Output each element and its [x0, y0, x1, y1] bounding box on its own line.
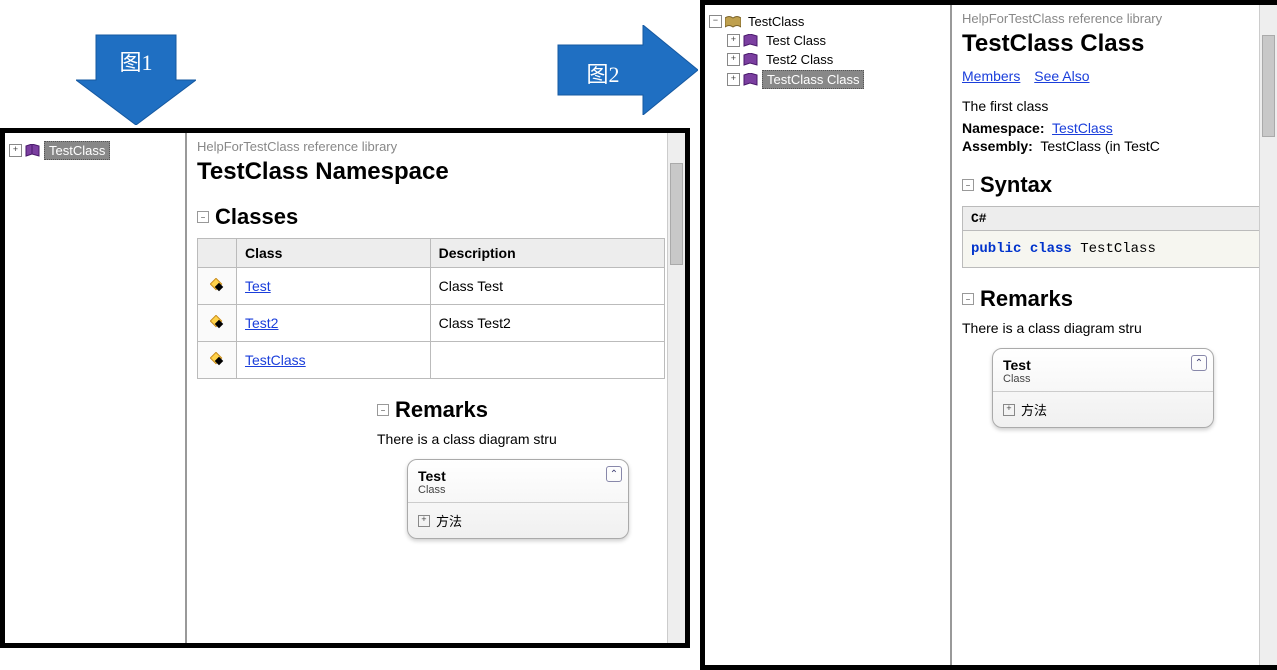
classes-table: Class Description Test Class Test Test2 … — [197, 238, 665, 379]
scrollbar-thumb[interactable] — [1262, 35, 1275, 137]
col-header-class: Class — [237, 239, 431, 268]
table-row: Test Class Test — [198, 268, 665, 305]
syntax-box: C# public class TestClass — [962, 206, 1267, 268]
section-header-remarks[interactable]: − Remarks — [377, 397, 675, 423]
tree-node-child[interactable]: + Test2 Class — [709, 51, 946, 68]
arrow-callout-2: 图2 — [548, 25, 698, 115]
diagram-title: Test — [1003, 357, 1203, 373]
tree-root-label[interactable]: TestClass — [744, 13, 808, 30]
chevron-up-icon[interactable]: ⌃ — [1191, 355, 1207, 371]
class-icon — [210, 315, 224, 329]
book-icon — [743, 53, 759, 66]
namespace-link[interactable]: TestClass — [1052, 120, 1113, 136]
scrollbar[interactable] — [667, 133, 685, 643]
tree-pane: − TestClass + Test Class + Test2 Class +… — [705, 5, 952, 665]
section-title-remarks: Remarks — [980, 286, 1073, 312]
breadcrumb: HelpForTestClass reference library — [962, 11, 1267, 26]
class-desc — [430, 342, 664, 379]
section-header-remarks[interactable]: − Remarks — [962, 286, 1267, 312]
section-header-classes[interactable]: − Classes — [197, 204, 675, 230]
syntax-code: public class TestClass — [963, 231, 1266, 267]
collapse-icon[interactable]: − — [709, 15, 722, 28]
remarks-text: There is a class diagram stru — [962, 320, 1267, 336]
arrow-right-icon — [548, 25, 698, 115]
expand-icon[interactable]: + — [1003, 404, 1015, 416]
scrollbar[interactable] — [1259, 5, 1277, 665]
syntax-tab[interactable]: C# — [963, 207, 1266, 231]
diagram-subtitle: Class — [418, 484, 618, 496]
links-row: Members See Also — [962, 68, 1267, 84]
diagram-subtitle: Class — [1003, 373, 1203, 385]
expand-icon[interactable]: + — [727, 73, 740, 86]
section-title-remarks: Remarks — [395, 397, 488, 423]
content-pane: HelpForTestClass reference library TestC… — [187, 133, 685, 643]
table-header-row: Class Description — [198, 239, 665, 268]
tree-node-root[interactable]: + TestClass — [9, 141, 181, 160]
tree-node-child[interactable]: + TestClass Class — [709, 70, 946, 89]
class-link[interactable]: Test — [245, 278, 271, 294]
class-diagram-box[interactable]: Test Class ⌃ + 方法 — [407, 459, 629, 539]
table-row: TestClass — [198, 342, 665, 379]
content-pane: HelpForTestClass reference library TestC… — [952, 5, 1277, 665]
assembly-value: TestClass (in TestC — [1040, 138, 1160, 154]
class-icon — [210, 278, 224, 292]
tree-child-label[interactable]: TestClass Class — [762, 70, 864, 89]
panel-figure-2: − TestClass + Test Class + Test2 Class +… — [700, 0, 1277, 670]
expand-icon[interactable]: + — [727, 53, 740, 66]
book-icon — [25, 144, 41, 157]
expand-icon[interactable]: + — [727, 34, 740, 47]
namespace-row: Namespace: TestClass — [962, 120, 1267, 136]
syntax-keyword: public — [971, 241, 1021, 257]
members-link[interactable]: Members — [962, 68, 1020, 84]
section-title-classes: Classes — [215, 204, 298, 230]
page-title: TestClass Namespace — [197, 158, 675, 186]
see-also-link[interactable]: See Also — [1034, 68, 1089, 84]
class-icon — [210, 352, 224, 366]
arrow-callout-1: 图1 — [76, 25, 196, 125]
book-icon — [743, 73, 759, 86]
assembly-label: Assembly: — [962, 138, 1033, 154]
section-title-syntax: Syntax — [980, 172, 1052, 198]
section-header-syntax[interactable]: − Syntax — [962, 172, 1267, 198]
class-diagram-box[interactable]: Test Class ⌃ + 方法 — [992, 348, 1214, 428]
remarks-text: There is a class diagram stru — [377, 431, 675, 447]
arrow-down-icon — [76, 25, 196, 125]
summary-text: The first class — [962, 98, 1267, 114]
table-row: Test2 Class Test2 — [198, 305, 665, 342]
class-desc: Class Test2 — [430, 305, 664, 342]
class-desc: Class Test — [430, 268, 664, 305]
collapse-icon[interactable]: − — [962, 293, 974, 305]
expand-icon[interactable]: + — [9, 144, 22, 157]
syntax-typename: TestClass — [1080, 241, 1156, 257]
class-link[interactable]: Test2 — [245, 315, 278, 331]
namespace-label: Namespace: — [962, 120, 1045, 136]
page-title: TestClass Class — [962, 30, 1267, 58]
class-link[interactable]: TestClass — [245, 352, 306, 368]
panel-figure-1: + TestClass HelpForTestClass reference l… — [0, 128, 690, 648]
breadcrumb: HelpForTestClass reference library — [197, 139, 675, 154]
diagram-title: Test — [418, 468, 618, 484]
tree-child-label[interactable]: Test2 Class — [762, 51, 837, 68]
tree-pane: + TestClass — [5, 133, 187, 643]
collapse-icon[interactable]: − — [377, 404, 389, 416]
open-book-icon — [725, 15, 741, 28]
tree-node-child[interactable]: + Test Class — [709, 32, 946, 49]
col-header-description: Description — [430, 239, 664, 268]
syntax-keyword: class — [1030, 241, 1072, 257]
tree-child-label[interactable]: Test Class — [762, 32, 830, 49]
book-icon — [743, 34, 759, 47]
chevron-up-icon[interactable]: ⌃ — [606, 466, 622, 482]
diagram-methods-label: 方法 — [1021, 400, 1047, 419]
tree-root-label[interactable]: TestClass — [44, 141, 110, 160]
diagram-methods-label: 方法 — [436, 511, 462, 530]
expand-icon[interactable]: + — [418, 515, 430, 527]
assembly-row: Assembly: TestClass (in TestC — [962, 138, 1267, 154]
collapse-icon[interactable]: − — [197, 211, 209, 223]
collapse-icon[interactable]: − — [962, 179, 974, 191]
scrollbar-thumb[interactable] — [670, 163, 683, 265]
tree-node-root[interactable]: − TestClass — [709, 13, 946, 30]
